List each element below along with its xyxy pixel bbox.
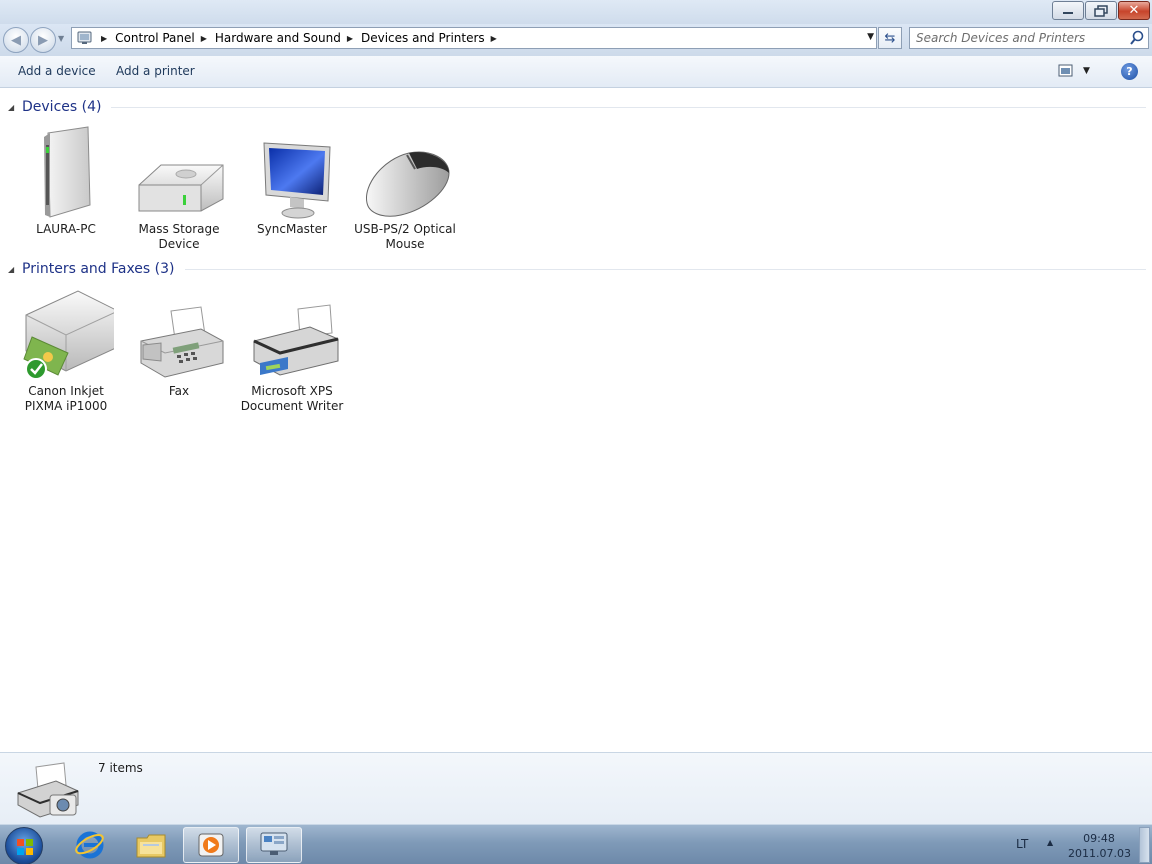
forward-button[interactable]: ▶ [30, 27, 56, 53]
show-hidden-icons-icon[interactable]: ▲ [1047, 838, 1053, 847]
group-title[interactable]: Printers and Faxes (3) [22, 261, 175, 277]
devices-group-header[interactable]: ◢ Devices (4) [8, 97, 1146, 117]
recent-pages-dropdown[interactable]: ▼ [58, 34, 67, 46]
back-button[interactable]: ◀ [3, 27, 29, 53]
printer-label: Canon Inkjet PIXMA iP1000 [24, 384, 108, 413]
search-box[interactable] [909, 27, 1149, 49]
control-panel-icon [260, 832, 288, 855]
back-arrow-icon: ◀ [11, 32, 21, 48]
monitor-icon [244, 125, 340, 221]
breadcrumb-devices-and-printers[interactable]: Devices and Printers [361, 31, 485, 45]
language-indicator[interactable]: LT [1016, 837, 1028, 851]
collapse-arrow-icon[interactable]: ◢ [8, 265, 22, 274]
address-bar[interactable]: ▶ Control Panel ▶ Hardware and Sound ▶ D… [71, 27, 877, 49]
device-label: SyncMaster [257, 222, 327, 236]
control-panel-icon [75, 28, 95, 48]
breadcrumb-control-panel[interactable]: Control Panel [115, 31, 195, 45]
title-bar: ✕ [0, 0, 1152, 24]
media-player-icon [198, 833, 224, 857]
printer-item[interactable]: Fax [125, 287, 233, 399]
internet-explorer-icon [75, 831, 104, 859]
breadcrumb-separator-icon[interactable]: ▶ [201, 34, 207, 43]
default-printer-check-icon [25, 358, 47, 380]
taskbar-internet-explorer[interactable] [62, 827, 118, 863]
device-item[interactable]: USB-PS/2 Optical Mouse [351, 125, 459, 252]
breadcrumb-separator-icon[interactable]: ▶ [347, 34, 353, 43]
command-bar: Add a device Add a printer ▼ ? [0, 56, 1152, 88]
navigation-bar: ◀ ▶ ▼ ▶ Control Panel ▶ Hardware and Sou… [0, 24, 1152, 56]
breadcrumb-hardware-and-sound[interactable]: Hardware and Sound [215, 31, 341, 45]
mouse-icon [357, 125, 453, 221]
fax-icon [131, 287, 227, 383]
view-dropdown-icon[interactable]: ▼ [1083, 66, 1090, 76]
item-count: 7 items [98, 761, 143, 775]
printers-group-header[interactable]: ◢ Printers and Faxes (3) [8, 259, 1146, 279]
refresh-icon: ⇆ [884, 30, 896, 46]
close-icon: ✕ [1128, 3, 1140, 18]
taskbar-windows-explorer[interactable] [123, 827, 179, 863]
printer-label: Fax [168, 384, 190, 398]
device-label: LAURA-PC [36, 222, 96, 236]
printer-label: Microsoft XPS Document Writer [240, 384, 344, 413]
group-divider [184, 268, 1146, 270]
printer-icon [244, 287, 340, 383]
device-item[interactable]: Mass Storage Device [125, 125, 233, 252]
printer-icon [18, 287, 119, 383]
clock[interactable]: 09:48 2011.07.03 [1068, 831, 1131, 861]
address-dropdown-icon[interactable]: ▼ [867, 32, 874, 42]
taskbar: LT ▲ 09:48 2011.07.03 [0, 824, 1152, 864]
device-label: Mass Storage Device [138, 222, 220, 251]
help-icon: ? [1126, 65, 1133, 78]
group-divider [111, 106, 1146, 108]
add-printer-button[interactable]: Add a printer [116, 64, 195, 78]
computer-tower-icon [18, 125, 114, 221]
show-desktop-button[interactable] [1139, 827, 1150, 863]
close-button[interactable]: ✕ [1118, 1, 1150, 20]
folder-icon [136, 834, 166, 858]
breadcrumb-separator-icon[interactable]: ▶ [491, 34, 497, 43]
breadcrumb-separator-icon[interactable]: ▶ [101, 34, 107, 43]
start-button[interactable] [5, 827, 43, 864]
minimize-button[interactable] [1052, 1, 1084, 20]
taskbar-media-player[interactable] [183, 827, 239, 863]
search-icon[interactable] [1130, 30, 1144, 46]
details-pane: 7 items [0, 752, 1152, 824]
refresh-button[interactable]: ⇆ [878, 27, 902, 49]
search-input[interactable] [916, 29, 1126, 47]
help-button[interactable]: ? [1121, 63, 1138, 80]
clock-date: 2011.07.03 [1068, 847, 1131, 860]
collapse-arrow-icon[interactable]: ◢ [8, 103, 22, 112]
devices-content-pane: ◢ Devices (4) LAURA-PC Mass Storage Devi… [0, 89, 1152, 752]
taskbar-devices-and-printers[interactable] [246, 827, 302, 863]
add-device-button[interactable]: Add a device [18, 64, 96, 78]
device-label: USB-PS/2 Optical Mouse [354, 222, 456, 251]
group-title[interactable]: Devices (4) [22, 99, 101, 115]
windows-logo-icon [17, 839, 33, 855]
printer-item[interactable]: Microsoft XPS Document Writer [238, 287, 346, 414]
restore-icon [1094, 4, 1108, 17]
forward-arrow-icon: ▶ [38, 32, 48, 48]
devices-and-printers-icon [17, 762, 79, 818]
printer-item[interactable]: Canon Inkjet PIXMA iP1000 [12, 287, 120, 414]
device-item[interactable]: LAURA-PC [12, 125, 120, 237]
restore-button[interactable] [1085, 1, 1117, 20]
change-view-icon[interactable] [1058, 64, 1074, 78]
minimize-icon [1063, 11, 1073, 14]
external-drive-icon [131, 125, 227, 221]
clock-time: 09:48 [1083, 832, 1115, 845]
device-item[interactable]: SyncMaster [238, 125, 346, 237]
